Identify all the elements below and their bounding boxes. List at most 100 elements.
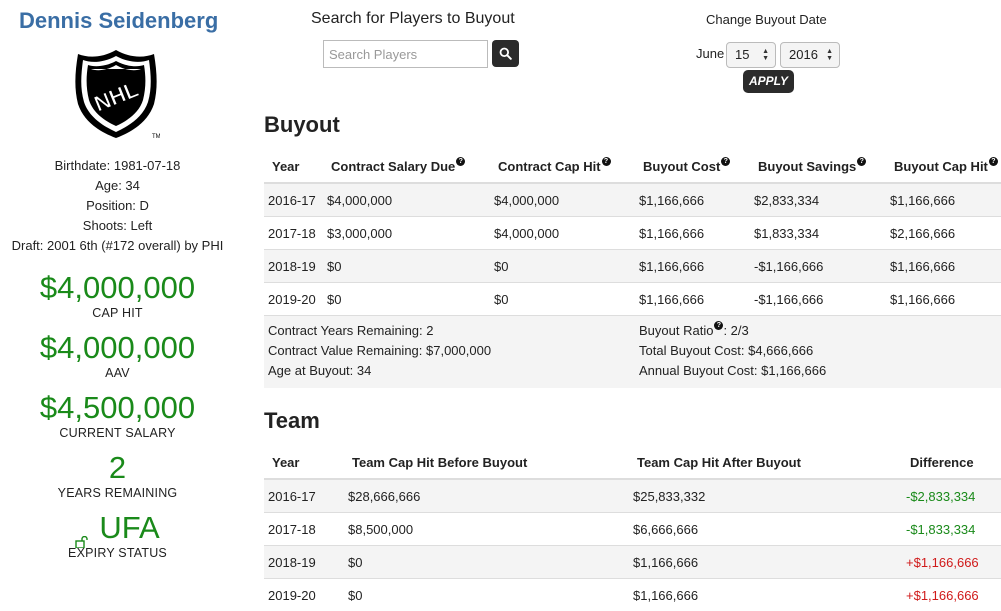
- cell-buyout-cap-hit: $1,166,666: [890, 292, 956, 307]
- help-icon[interactable]: ?: [456, 157, 466, 166]
- cell-buyout-savings: $2,833,334: [754, 193, 820, 208]
- col-team-cap-hit-after: Team Cap Hit After Buyout: [637, 455, 801, 470]
- svg-text:TM: TM: [152, 134, 160, 140]
- stat-years-remaining: 2 YEARS REMAINING: [0, 451, 235, 501]
- year-value: 2016: [789, 47, 818, 62]
- cell-year: 2019-20: [268, 292, 316, 307]
- cell-contract-salary-due: $4,000,000: [327, 193, 393, 208]
- cell-buyout-cost: $1,166,666: [639, 193, 705, 208]
- table-row: 2016-17 $4,000,000 $4,000,000 $1,166,666…: [264, 184, 1001, 217]
- year-select[interactable]: 2016 ▲ ▼: [780, 42, 840, 68]
- expiry-value: UFA: [99, 510, 160, 545]
- cell-year: 2016-17: [268, 193, 316, 208]
- table-row: 2017-18 $8,500,000 $6,666,666 -$1,833,33…: [264, 513, 1001, 546]
- cap-hit-value: $4,000,000: [39, 270, 196, 305]
- cell-buyout-cap-hit: $1,166,666: [890, 259, 956, 274]
- stat-aav: $4,000,000 AAV: [0, 331, 235, 381]
- cell-buyout-cost: $1,166,666: [639, 292, 705, 307]
- cell-cap-hit-before: $0: [348, 555, 363, 570]
- nhl-shield-logo: NHL TM: [72, 48, 161, 140]
- apply-button[interactable]: APPLY: [743, 70, 794, 93]
- team-table: Year Team Cap Hit Before Buyout Team Cap…: [264, 442, 1001, 611]
- cell-buyout-cap-hit: $2,166,666: [890, 226, 956, 241]
- col-year: Year: [272, 455, 300, 470]
- buyout-section-title: Buyout: [264, 112, 340, 137]
- day-select[interactable]: 15 ▲ ▼: [726, 42, 776, 68]
- cell-contract-salary-due: $0: [327, 259, 342, 274]
- help-icon[interactable]: ?: [988, 157, 998, 166]
- cell-cap-hit-after: $1,166,666: [633, 588, 699, 603]
- cell-buyout-savings: -$1,166,666: [754, 292, 824, 307]
- search-button[interactable]: [492, 40, 519, 67]
- search-title: Search for Players to Buyout: [311, 10, 515, 27]
- col-contract-salary-due: Contract Salary Due?: [331, 157, 466, 174]
- aav-value: $4,000,000: [39, 330, 196, 365]
- buyout-summary: Contract Years Remaining: 2 Contract Val…: [264, 316, 1001, 388]
- years-remaining-value: 2: [108, 450, 127, 485]
- cell-buyout-cap-hit: $1,166,666: [890, 193, 956, 208]
- stepper-arrows-icon: ▲ ▼: [826, 48, 833, 62]
- buyout-table-header: Year Contract Salary Due? Contract Cap H…: [264, 146, 1001, 184]
- cell-year: 2019-20: [268, 588, 316, 603]
- table-row: 2019-20 $0 $1,166,666 +$1,166,666: [264, 579, 1001, 611]
- help-icon[interactable]: ?: [857, 157, 867, 166]
- cell-contract-salary-due: $0: [327, 292, 342, 307]
- table-row: 2018-19 $0 $1,166,666 +$1,166,666: [264, 546, 1001, 579]
- cell-difference: +$1,166,666: [906, 588, 979, 603]
- cell-difference: -$1,833,334: [906, 522, 976, 537]
- search-input[interactable]: [323, 40, 488, 68]
- table-row: 2018-19 $0 $0 $1,166,666 -$1,166,666 $1,…: [264, 250, 1001, 283]
- player-name: Dennis Seidenberg: [19, 8, 219, 33]
- cell-contract-salary-due: $3,000,000: [327, 226, 393, 241]
- cell-contract-cap-hit: $4,000,000: [494, 226, 560, 241]
- cell-contract-cap-hit: $4,000,000: [494, 193, 560, 208]
- aav-label: AAV: [105, 366, 130, 380]
- cell-year: 2018-19: [268, 555, 316, 570]
- cell-year: 2016-17: [268, 489, 316, 504]
- cell-buyout-savings: -$1,166,666: [754, 259, 824, 274]
- current-salary-value: $4,500,000: [39, 390, 196, 425]
- col-buyout-cap-hit: Buyout Cap Hit?: [894, 157, 998, 174]
- cell-cap-hit-before: $0: [348, 588, 363, 603]
- cell-cap-hit-before: $28,666,666: [348, 489, 421, 504]
- age-at-buyout: Age at Buyout: 34: [268, 363, 372, 378]
- day-value: 15: [735, 47, 750, 62]
- bio-age: Age: 34: [95, 178, 140, 193]
- cell-cap-hit-after: $25,833,332: [633, 489, 706, 504]
- team-table-header: Year Team Cap Hit Before Buyout Team Cap…: [264, 442, 1001, 480]
- cell-difference: +$1,166,666: [906, 555, 979, 570]
- stat-expiry-status: UFA EXPIRY STATUS: [0, 511, 235, 561]
- contract-years-remaining: Contract Years Remaining: 2: [268, 323, 434, 338]
- unlock-icon: [75, 521, 89, 549]
- player-bio: Birthdate: 1981-07-18 Age: 34 Position: …: [0, 156, 235, 256]
- search-icon: [499, 47, 512, 60]
- stat-cap-hit: $4,000,000 CAP HIT: [0, 271, 235, 321]
- expiry-label: EXPIRY STATUS: [68, 546, 167, 560]
- cell-buyout-cost: $1,166,666: [639, 259, 705, 274]
- col-buyout-savings: Buyout Savings?: [758, 157, 867, 174]
- cell-buyout-savings: $1,833,334: [754, 226, 820, 241]
- col-contract-cap-hit: Contract Cap Hit?: [498, 157, 611, 174]
- cell-year: 2017-18: [268, 226, 316, 241]
- cell-contract-cap-hit: $0: [494, 292, 509, 307]
- cell-contract-cap-hit: $0: [494, 259, 509, 274]
- cap-hit-label: CAP HIT: [92, 306, 143, 320]
- bio-shoots: Shoots: Left: [82, 218, 153, 233]
- cell-cap-hit-before: $8,500,000: [348, 522, 414, 537]
- current-salary-label: CURRENT SALARY: [59, 426, 176, 440]
- col-difference: Difference: [910, 455, 974, 470]
- contract-value-remaining: Contract Value Remaining: $7,000,000: [268, 343, 492, 358]
- col-buyout-cost: Buyout Cost?: [643, 157, 731, 174]
- team-section-title: Team: [264, 408, 320, 433]
- help-icon[interactable]: ?: [601, 157, 611, 166]
- buyout-table: Year Contract Salary Due? Contract Cap H…: [264, 146, 1001, 388]
- help-icon[interactable]: ?: [721, 157, 731, 166]
- buyout-date-title: Change Buyout Date: [706, 12, 827, 27]
- col-year: Year: [272, 159, 300, 174]
- annual-buyout-cost: Annual Buyout Cost: $1,166,666: [639, 363, 827, 378]
- years-remaining-label: YEARS REMAINING: [57, 486, 178, 500]
- cell-year: 2017-18: [268, 522, 316, 537]
- cell-difference: -$2,833,334: [906, 489, 976, 504]
- total-buyout-cost: Total Buyout Cost: $4,666,666: [639, 343, 814, 358]
- table-row: 2017-18 $3,000,000 $4,000,000 $1,166,666…: [264, 217, 1001, 250]
